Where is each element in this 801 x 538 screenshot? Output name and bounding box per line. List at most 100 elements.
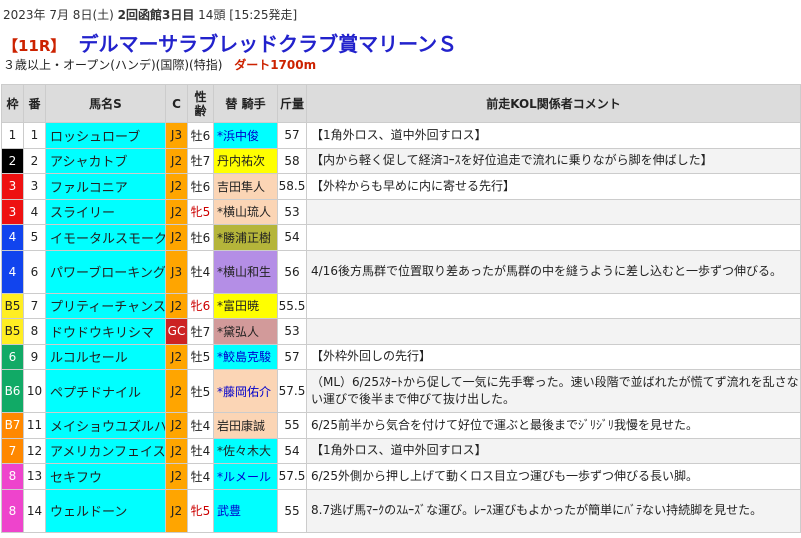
horse-number: 1 (23, 122, 46, 149)
col-header-age-label: 齢 (194, 103, 207, 118)
col-header-class[interactable]: C (165, 84, 188, 123)
horse-number: 10 (23, 369, 46, 413)
comment-cell: 【外枠からも早めに内に寄せる先行】 (306, 173, 801, 200)
table-row[interactable]: B7 11 メイショウユズルハ J2 牡4 岩田康誠 55 6/25前半から気合を付けて好位で… (1, 412, 801, 439)
carried-weight: 54 (277, 224, 307, 251)
carried-weight: 55 (277, 412, 307, 439)
race-name: デルマーサラブレッドクラブ賞マリーンＳ (78, 32, 458, 56)
class-badge: J2 (165, 198, 188, 225)
horse-number: 12 (23, 437, 46, 464)
carried-weight: 55 (277, 488, 307, 533)
jockey-name: *藤岡佑介 (213, 369, 278, 413)
comment-cell (306, 198, 801, 225)
col-header-sex-age[interactable]: 性 齢 (187, 84, 214, 123)
horse-number: 9 (23, 343, 46, 370)
class-badge: J2 (165, 173, 188, 200)
horse-name[interactable]: イモータルスモーク (45, 224, 166, 251)
comment-cell: 6/25前半から気合を付けて好位で運ぶと最後までｼﾞﾘｼﾞﾘ我慢を見せた。 (306, 412, 801, 439)
horse-name[interactable]: アメリカンフェイス (45, 437, 166, 464)
horse-name[interactable]: アシャカトブ (45, 147, 166, 174)
race-distance: ダート1700m (234, 58, 317, 72)
horse-name[interactable]: ファルコニア (45, 173, 166, 200)
race-date: 2023年 7月 8日(土) (3, 8, 114, 22)
field-size: 14頭 (198, 8, 226, 22)
table-row[interactable]: 2 2 アシャカトブ J2 牡7 丹内祐次 58 【内から軽く促して経済ｺｰｽを好位追走で流れ… (1, 147, 801, 174)
table-row[interactable]: 4 6 パワーブローキング J3 牡4 *横山和生 56 4/16後方馬群で位置取り差あったが… (1, 249, 801, 294)
horse-number: 8 (23, 318, 46, 345)
carried-weight: 58.5 (277, 173, 307, 200)
table-row[interactable]: 8 14 ウェルドーン J2 牝5 武豊 55 8.7逃げ馬ﾏｰｸのｽﾑｰｽﾞな運び。ﾚｰｽ運… (1, 488, 801, 533)
col-header-waku[interactable]: 枠 (1, 84, 24, 123)
comment-cell: 【1角外ロス、道中外回すロス】 (306, 122, 801, 149)
waku-cell: 4 (1, 224, 24, 251)
sex-age: 牝6 (187, 292, 214, 319)
jockey-name: *黛弘人 (213, 318, 278, 345)
waku-cell: 7 (1, 437, 24, 464)
sex-age: 牡4 (187, 437, 214, 464)
horse-name[interactable]: ペプチドナイル (45, 369, 166, 413)
horse-name[interactable]: パワーブローキング (45, 249, 166, 294)
class-badge: J2 (165, 437, 188, 464)
carried-weight: 58 (277, 147, 307, 174)
col-header-horse-name[interactable]: 馬名S (45, 84, 166, 123)
comment-cell: 4/16後方馬群で位置取り差あったが馬群の中を縫うように差し込むと一歩ずつ伸びる… (306, 249, 801, 294)
table-row[interactable]: 1 1 ロッシュローブ J3 牡6 *浜中俊 57 【1角外ロス、道中外回すロス】 (1, 122, 801, 149)
table-row[interactable]: 6 9 ルコルセール J2 牡5 *鮫島克駿 57 【外枠外回しの先行】 (1, 343, 801, 370)
col-header-weight[interactable]: 斤量 (277, 84, 307, 123)
carried-weight: 57.5 (277, 369, 307, 413)
horse-name[interactable]: ルコルセール (45, 343, 166, 370)
sex-age: 牡6 (187, 173, 214, 200)
waku-cell: 1 (1, 122, 24, 149)
table-row[interactable]: 3 4 スライリー J2 牝5 *横山琉人 53 (1, 198, 801, 225)
waku-cell: B5 (1, 318, 24, 345)
waku-cell: B5 (1, 292, 24, 319)
class-badge: J3 (165, 249, 188, 294)
table-row[interactable]: 8 13 セキフウ J2 牡4 *ルメール 57.5 6/25外側から押し上げて動くロス目立つ… (1, 463, 801, 490)
jockey-name: *横山琉人 (213, 198, 278, 225)
horse-number: 4 (23, 198, 46, 225)
col-header-comment[interactable]: 前走KOL関係者コメント (306, 84, 801, 123)
entries-table: 枠 番 馬名S C 性 齢 替 騎手 斤量 前走KOL関係者コメント 1 1 ロッシ… (1, 84, 801, 533)
comment-cell (306, 224, 801, 251)
horse-number: 11 (23, 412, 46, 439)
waku-cell: B6 (1, 369, 24, 413)
waku-cell: 3 (1, 198, 24, 225)
sex-age: 牡7 (187, 318, 214, 345)
horse-number: 13 (23, 463, 46, 490)
carried-weight: 55.5 (277, 292, 307, 319)
sex-age: 牝5 (187, 488, 214, 533)
horse-name[interactable]: セキフウ (45, 463, 166, 490)
comment-cell (306, 292, 801, 319)
horse-number: 3 (23, 173, 46, 200)
table-row[interactable]: B5 8 ドウドウキリシマ GC 牡7 *黛弘人 53 (1, 318, 801, 345)
table-row[interactable]: B5 7 プリティーチャンス J2 牝6 *富田暁 55.5 (1, 292, 801, 319)
comment-cell: 8.7逃げ馬ﾏｰｸのｽﾑｰｽﾞな運び。ﾚｰｽ運びもよかったが簡単にﾊﾞﾃない持続… (306, 488, 801, 533)
table-row[interactable]: B6 10 ペプチドナイル J2 牡5 *藤岡佑介 57.5 （ML）6/25ｽﾀｰﾄから促し… (1, 369, 801, 413)
col-header-number[interactable]: 番 (23, 84, 46, 123)
sex-age: 牡5 (187, 369, 214, 413)
waku-cell: 8 (1, 463, 24, 490)
horse-name[interactable]: メイショウユズルハ (45, 412, 166, 439)
jockey-name: *勝浦正樹 (213, 224, 278, 251)
table-row[interactable]: 3 3 ファルコニア J2 牡6 吉田隼人 58.5 【外枠からも早めに内に寄せる先行】 (1, 173, 801, 200)
carried-weight: 57 (277, 343, 307, 370)
class-badge: J2 (165, 412, 188, 439)
horse-name[interactable]: ウェルドーン (45, 488, 166, 533)
table-row[interactable]: 7 12 アメリカンフェイス J2 牡4 *佐々木大 54 【1角外ロス、道中外回すロス】 (1, 437, 801, 464)
horse-name[interactable]: ドウドウキリシマ (45, 318, 166, 345)
jockey-name: 武豊 (213, 488, 278, 533)
race-conditions: ３歳以上・オープン(ハンデ)(国際)(特指) (3, 58, 223, 72)
horse-name[interactable]: スライリー (45, 198, 166, 225)
waku-cell: 6 (1, 343, 24, 370)
carried-weight: 57 (277, 122, 307, 149)
comment-cell: 6/25外側から押し上げて動くロス目立つ運びも一歩ずつ伸びる長い脚。 (306, 463, 801, 490)
col-header-jockey[interactable]: 替 騎手 (213, 84, 278, 123)
race-number: 【11R】 (3, 37, 66, 55)
carried-weight: 53 (277, 198, 307, 225)
race-venue: 2回函館3日目 (117, 8, 195, 22)
table-row[interactable]: 4 5 イモータルスモーク J2 牡6 *勝浦正樹 54 (1, 224, 801, 251)
horse-name[interactable]: プリティーチャンス (45, 292, 166, 319)
sex-age: 牡5 (187, 343, 214, 370)
horse-name[interactable]: ロッシュローブ (45, 122, 166, 149)
comment-cell (306, 318, 801, 345)
